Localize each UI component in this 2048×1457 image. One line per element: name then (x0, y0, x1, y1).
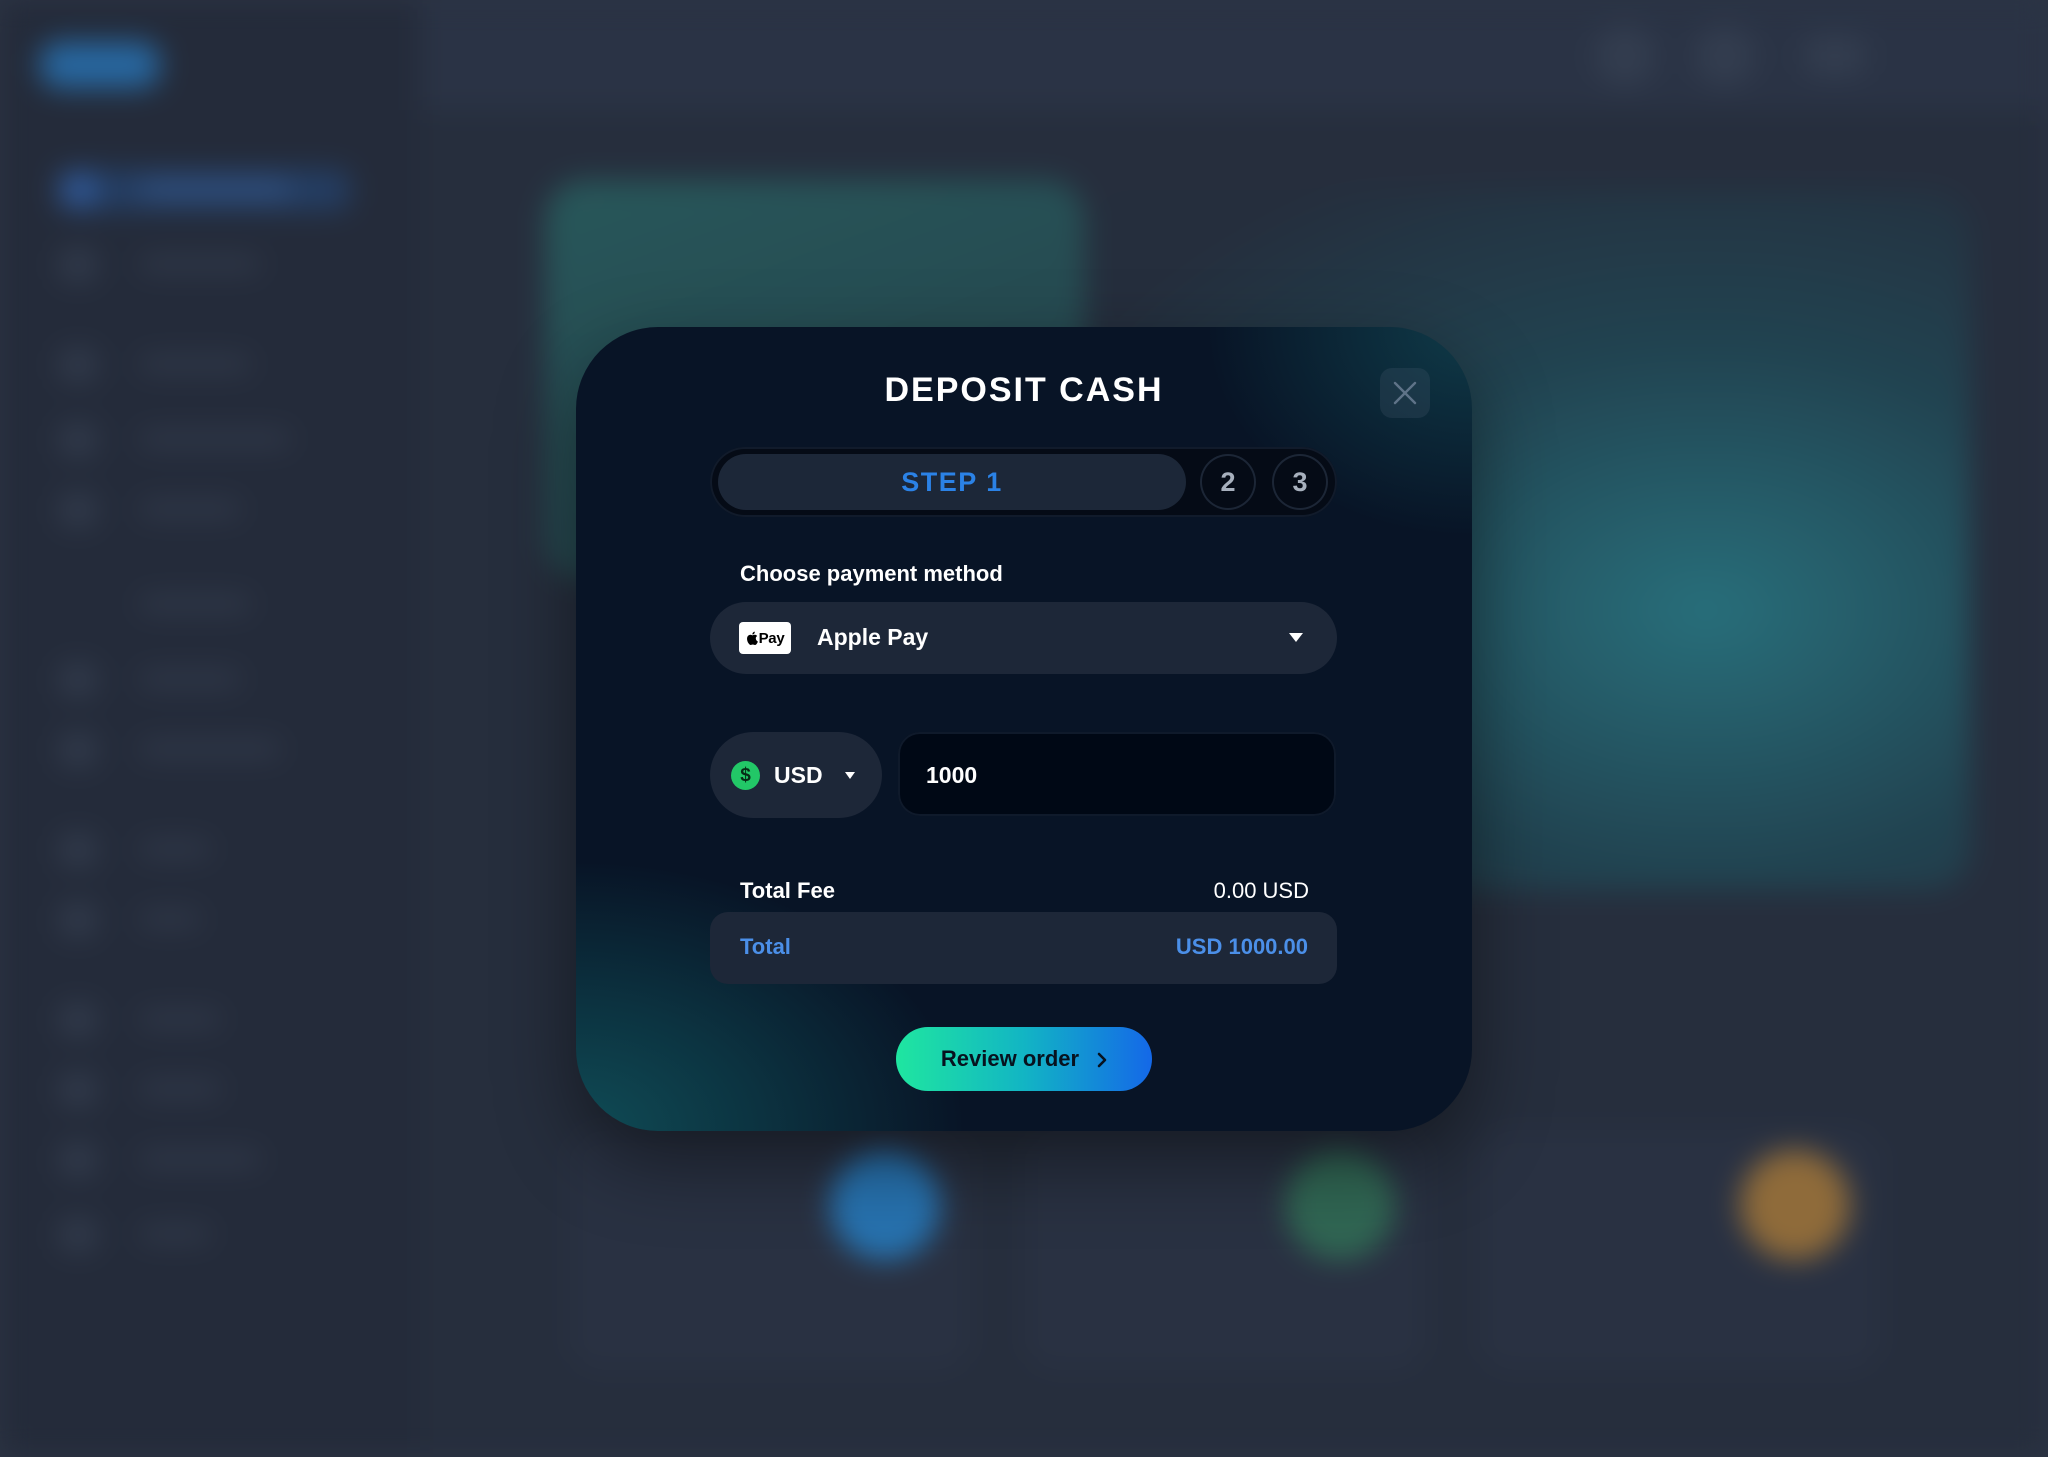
total-row: Total USD 1000.00 (710, 912, 1337, 984)
close-icon (1393, 381, 1417, 405)
total-fee-label: Total Fee (740, 878, 835, 903)
step-3-tab[interactable]: 3 (1272, 454, 1328, 510)
currency-value: USD (774, 762, 823, 788)
total-value: USD 1000.00 (1175, 934, 1308, 959)
step-indicator: STEP 1 2 3 (710, 447, 1337, 517)
review-order-button[interactable]: Review order (896, 1027, 1152, 1091)
amount-input[interactable] (924, 732, 1318, 818)
step-2-tab[interactable]: 2 (1200, 454, 1256, 510)
total-fee-value: 0.00 USD (1213, 878, 1309, 903)
total-label: Total (740, 934, 791, 959)
apple-logo-icon (746, 631, 758, 645)
apple-pay-badge-text: Pay (758, 629, 785, 647)
apple-pay-logo: Pay (739, 622, 791, 654)
step-1-tab[interactable]: STEP 1 (718, 454, 1186, 510)
modal-title: DEPOSIT CASH (884, 371, 1164, 409)
currency-select[interactable]: $ USD (710, 732, 882, 818)
caret-down-icon (845, 772, 855, 779)
chevron-right-icon (1097, 1052, 1107, 1067)
caret-down-icon (1289, 633, 1303, 642)
amount-field[interactable] (898, 732, 1336, 818)
deposit-cash-modal: DEPOSIT CASH STEP 1 2 3 Choose payment m… (576, 327, 1472, 1131)
payment-method-value: Apple Pay (817, 624, 929, 650)
close-button[interactable] (1380, 368, 1430, 418)
dollar-icon: $ (731, 761, 760, 790)
payment-method-label: Choose payment method (740, 561, 1003, 586)
review-order-label: Review order (940, 1046, 1080, 1071)
payment-method-select[interactable]: Pay Apple Pay (710, 602, 1337, 674)
